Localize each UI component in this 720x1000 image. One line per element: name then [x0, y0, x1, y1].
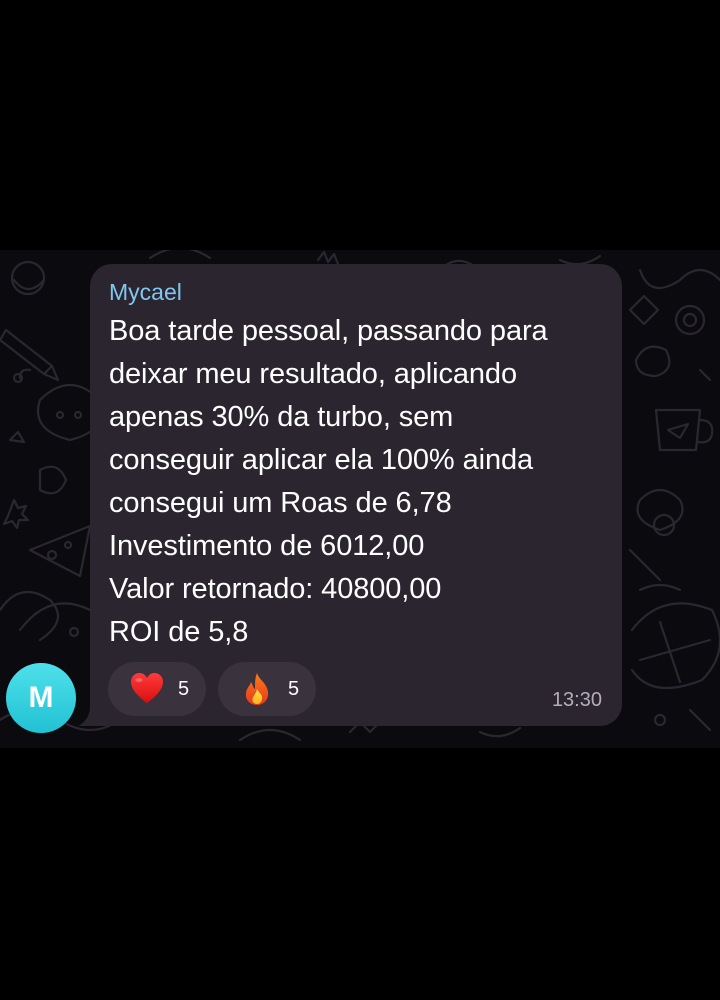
reactions-row: 5 5 — [108, 662, 316, 716]
fire-icon — [245, 673, 269, 705]
chat-area[interactable]: Mycael Boa tarde pessoal, passando para … — [0, 250, 720, 748]
message-text-line: Investimento de 6012,00 — [109, 530, 425, 562]
message-text-line: conseguir aplicar ela 100% ainda — [109, 444, 534, 476]
message-text-line: Boa tarde pessoal, passando para — [109, 315, 548, 347]
screen: Mycael Boa tarde pessoal, passando para … — [0, 0, 720, 1000]
message-bubble[interactable]: Mycael Boa tarde pessoal, passando para … — [90, 264, 622, 726]
avatar[interactable]: M — [6, 663, 76, 733]
message-text-line: Valor retornado: 40800,00 — [109, 573, 442, 605]
reaction-count: 5 — [178, 677, 190, 700]
message-text-line: ROI de 5,8 — [109, 616, 249, 648]
message-text-line: deixar meu resultado, aplicando — [109, 358, 517, 390]
reaction-heart[interactable]: 5 — [108, 662, 206, 716]
message-text-line: apenas 30% da turbo, sem — [109, 401, 454, 433]
message-timestamp: 13:30 — [551, 689, 602, 711]
heart-icon — [131, 673, 163, 703]
reaction-fire[interactable]: 5 — [218, 662, 316, 716]
avatar-initial: M — [28, 681, 54, 714]
reaction-count: 5 — [288, 677, 300, 700]
message-text-line: consegui um Roas de 6,78 — [109, 487, 452, 519]
bubble-tail — [78, 706, 98, 726]
sender-name[interactable]: Mycael — [109, 278, 602, 306]
